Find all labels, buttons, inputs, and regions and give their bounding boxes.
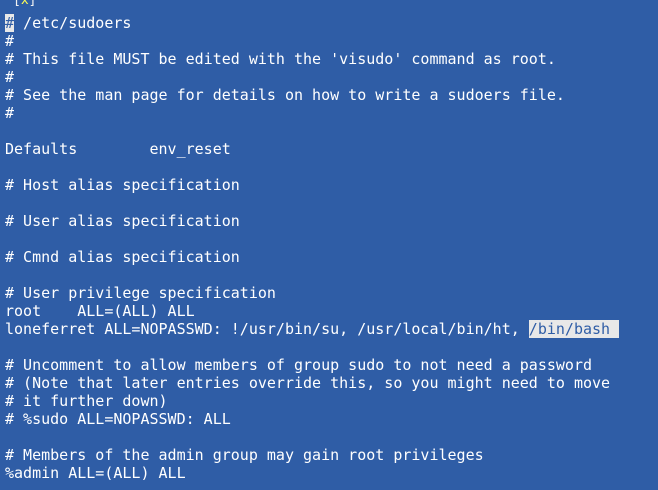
editor-line: # it further down) — [5, 392, 168, 410]
editor-line: # — [5, 32, 15, 50]
editor-line: # See the man page for details on how to… — [5, 86, 565, 104]
editor-line: # /etc/sudoers — [5, 14, 658, 32]
close-bracket-left: [ — [13, 0, 21, 8]
title-bar: [x] — [0, 0, 658, 9]
editor-line: # User privilege specification — [5, 284, 276, 302]
editor-line: root ALL=(ALL) ALL — [5, 302, 195, 320]
editor-line: # Host alias specification — [5, 176, 240, 194]
editor-line: loneferret ALL=NOPASSWD: !/usr/bin/su, /… — [5, 320, 658, 338]
text-cursor: # — [5, 14, 15, 32]
editor-line: # Members of the admin group may gain ro… — [5, 446, 484, 464]
close-bracket-right: ] — [28, 0, 37, 8]
editor-line: Defaults env_reset — [5, 140, 231, 158]
editor-line: # Uncomment to allow members of group su… — [5, 356, 592, 374]
line-text: loneferret ALL=NOPASSWD: !/usr/bin/su, /… — [5, 320, 529, 338]
editor-line: # User alias specification — [5, 212, 240, 230]
editor-line: # — [5, 104, 15, 122]
editor-text-area[interactable]: # /etc/sudoers # # This file MUST be edi… — [5, 14, 658, 482]
editor-line: %admin ALL=(ALL) ALL — [5, 464, 186, 482]
editor-line: # (Note that later entries override this… — [5, 374, 611, 392]
editor-line: # %sudo ALL=NOPASSWD: ALL — [5, 410, 231, 428]
text-editor[interactable]: [x] # /etc/sudoers # # This file MUST be… — [0, 0, 658, 490]
selected-text[interactable]: /bin/bash — [528, 320, 611, 338]
close-button[interactable]: [x] — [13, 0, 36, 9]
editor-line: # Cmnd alias specification — [5, 248, 240, 266]
editor-line: # This file MUST be edited with the 'vis… — [5, 50, 556, 68]
line-text: /etc/sudoers — [14, 14, 132, 32]
editor-line: # — [5, 68, 15, 86]
close-icon: x — [20, 0, 29, 8]
selection-end — [610, 320, 620, 338]
